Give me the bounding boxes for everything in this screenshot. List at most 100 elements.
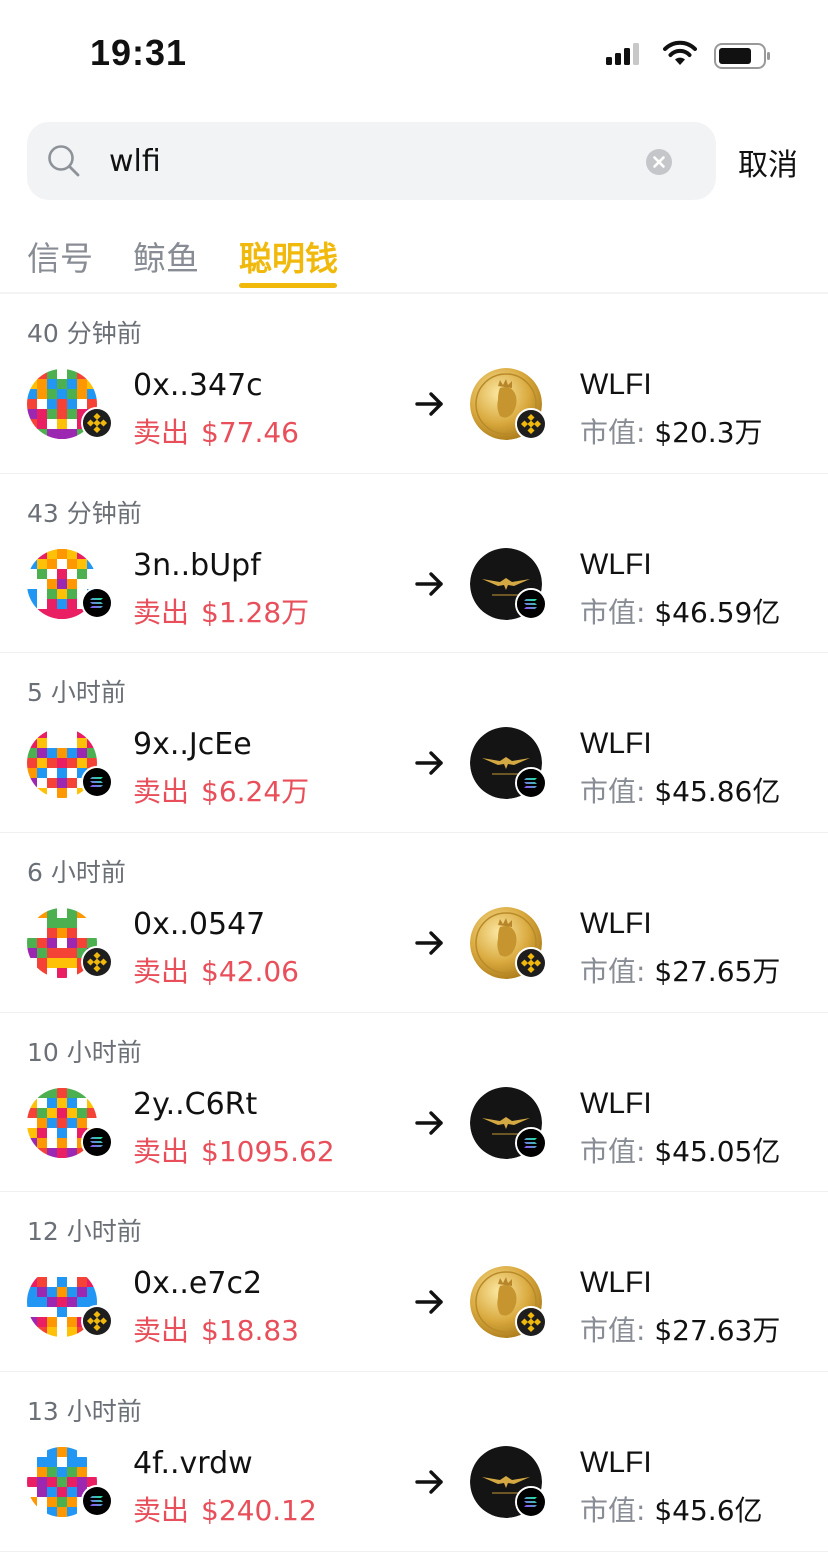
trade-info: 卖出 $6.24万 bbox=[133, 770, 321, 810]
cancel-button[interactable]: 取消 bbox=[738, 140, 798, 184]
trade-amount: $6.24万 bbox=[201, 775, 310, 809]
market-cap-label: 市值: bbox=[580, 955, 646, 989]
market-cap-value: $45.86亿 bbox=[654, 775, 781, 809]
arrow-right-icon bbox=[415, 392, 443, 416]
market-cap: 市值: $20.3万 bbox=[580, 411, 763, 451]
wallet-address[interactable]: 9x..JcEe bbox=[133, 727, 252, 762]
wallet-address[interactable]: 0x..e7c2 bbox=[133, 1266, 262, 1301]
arrow-right-icon bbox=[415, 751, 443, 776]
wallet-chain-badge-icon bbox=[81, 766, 113, 799]
tab-signals[interactable]: 信号 bbox=[27, 232, 93, 280]
transaction-row[interactable]: 5 小时前 9x..JcEe 卖出 $6.24万 WLFI 市值: $45.86亿 bbox=[0, 653, 828, 834]
market-cap-value: $45.6亿 bbox=[654, 1494, 763, 1528]
trade-info: 卖出 $1095.62 bbox=[133, 1130, 347, 1170]
status-time: 19:31 bbox=[90, 32, 188, 73]
tab-whales[interactable]: 鲸鱼 bbox=[133, 232, 199, 280]
trade-amount: $77.46 bbox=[201, 416, 299, 449]
market-cap-value: $20.3万 bbox=[654, 416, 763, 449]
transaction-row[interactable]: 10 小时前 2y..C6Rt 卖出 $1095.62 WLFI 市值: $45.05亿 bbox=[0, 1013, 828, 1193]
arrow-right-icon bbox=[415, 571, 443, 596]
wifi-icon bbox=[663, 40, 697, 65]
transaction-row[interactable]: 6 小时前 0x..0547 卖出 $42.06 WLFI 市值: $27.65万 bbox=[0, 833, 828, 1013]
market-cap: 市值: $27.63万 bbox=[580, 1309, 780, 1349]
token-name[interactable]: WLFI bbox=[580, 907, 652, 941]
trade-amount: $1.28万 bbox=[201, 595, 310, 629]
token-name[interactable]: WLFI bbox=[580, 548, 652, 582]
transaction-row[interactable]: 40 分钟前 0x..347c 卖出 $77.46 WLFI 市值: $20.3万 bbox=[0, 294, 828, 474]
arrow-right-icon bbox=[415, 931, 443, 955]
wallet-chain-badge-icon bbox=[81, 586, 113, 619]
search-input[interactable] bbox=[109, 134, 609, 188]
trade-info: 卖出 $42.06 bbox=[133, 950, 311, 990]
market-cap-value: $46.59亿 bbox=[654, 595, 781, 629]
trade-amount: $42.06 bbox=[201, 955, 299, 989]
tab-smart-money[interactable]: 聪明钱 bbox=[239, 232, 338, 280]
arrow-right-icon bbox=[415, 1470, 443, 1494]
time-ago: 12 小时前 bbox=[27, 1217, 142, 1247]
market-cap: 市值: $27.65万 bbox=[580, 950, 780, 990]
token-name[interactable]: WLFI bbox=[580, 1087, 652, 1121]
status-bar: 19:31 bbox=[0, 0, 828, 110]
market-cap-label: 市值: bbox=[580, 1314, 646, 1348]
trade-action: 卖出 bbox=[133, 1314, 190, 1348]
market-cap-value: $27.65万 bbox=[654, 955, 781, 989]
trade-action: 卖出 bbox=[133, 1134, 190, 1168]
clear-icon[interactable] bbox=[645, 148, 673, 176]
token-name[interactable]: WLFI bbox=[580, 727, 652, 761]
market-cap: 市值: $45.6亿 bbox=[580, 1489, 763, 1529]
market-cap-value: $45.05亿 bbox=[654, 1134, 781, 1168]
wallet-address[interactable]: 4f..vrdw bbox=[133, 1446, 253, 1481]
market-cap-label: 市值: bbox=[580, 595, 646, 629]
wallet-address[interactable]: 0x..0547 bbox=[133, 907, 265, 942]
market-cap: 市值: $46.59亿 bbox=[580, 591, 780, 631]
search-icon bbox=[48, 145, 80, 177]
search-box[interactable] bbox=[27, 122, 716, 200]
tab-bar: 信号 鲸鱼 聪明钱 bbox=[0, 232, 828, 294]
wallet-chain-badge-icon bbox=[81, 946, 113, 979]
tab-active-indicator bbox=[239, 283, 337, 288]
market-cap-label: 市值: bbox=[580, 416, 646, 449]
wallet-chain-badge-icon bbox=[81, 1305, 113, 1338]
time-ago: 13 小时前 bbox=[27, 1397, 142, 1427]
wallet-chain-badge-icon bbox=[81, 407, 113, 439]
trade-action: 卖出 bbox=[133, 955, 190, 989]
trade-amount: $1095.62 bbox=[201, 1134, 335, 1168]
token-chain-badge-icon bbox=[515, 408, 547, 440]
token-chain-badge-icon bbox=[515, 1126, 547, 1159]
token-chain-badge-icon bbox=[515, 1306, 547, 1339]
wallet-address[interactable]: 3n..bUpf bbox=[133, 548, 261, 583]
trade-info: 卖出 $18.83 bbox=[133, 1309, 311, 1349]
token-chain-badge-icon bbox=[515, 587, 547, 620]
token-name[interactable]: WLFI bbox=[580, 368, 652, 402]
trade-info: 卖出 $240.12 bbox=[133, 1489, 329, 1529]
transaction-row[interactable]: 43 分钟前 3n..bUpf 卖出 $1.28万 WLFI 市值: $46.59亿 bbox=[0, 474, 828, 654]
market-cap: 市值: $45.86亿 bbox=[580, 770, 780, 810]
transaction-list: 40 分钟前 0x..347c 卖出 $77.46 WLFI 市值: $20.3万 43 分… bbox=[0, 294, 828, 1552]
trade-amount: $18.83 bbox=[201, 1314, 299, 1348]
time-ago: 10 小时前 bbox=[27, 1037, 142, 1067]
wallet-address[interactable]: 2y..C6Rt bbox=[133, 1087, 257, 1122]
time-ago: 40 分钟前 bbox=[27, 319, 142, 348]
trade-action: 卖出 bbox=[133, 595, 190, 629]
token-name[interactable]: WLFI bbox=[580, 1266, 652, 1300]
token-chain-badge-icon bbox=[515, 1486, 547, 1519]
wallet-address[interactable]: 0x..347c bbox=[133, 368, 263, 403]
trade-amount: $240.12 bbox=[201, 1494, 317, 1528]
trade-action: 卖出 bbox=[133, 1494, 190, 1528]
market-cap-value: $27.63万 bbox=[654, 1314, 781, 1348]
transaction-row[interactable]: 13 小时前 4f..vrdw 卖出 $240.12 WLFI 市值: $45.6亿 bbox=[0, 1372, 828, 1552]
token-chain-badge-icon bbox=[515, 767, 547, 800]
token-name[interactable]: WLFI bbox=[580, 1446, 652, 1480]
time-ago: 43 分钟前 bbox=[27, 498, 142, 528]
arrow-right-icon bbox=[415, 1290, 443, 1315]
wallet-chain-badge-icon bbox=[81, 1125, 113, 1158]
time-ago: 6 小时前 bbox=[27, 858, 126, 888]
signal-icon bbox=[606, 43, 639, 65]
market-cap: 市值: $45.05亿 bbox=[580, 1130, 780, 1170]
market-cap-label: 市值: bbox=[580, 1494, 646, 1528]
time-ago: 5 小时前 bbox=[27, 678, 126, 708]
trade-action: 卖出 bbox=[133, 416, 190, 449]
arrow-right-icon bbox=[415, 1111, 443, 1135]
trade-info: 卖出 $1.28万 bbox=[133, 591, 321, 631]
transaction-row[interactable]: 12 小时前 0x..e7c2 卖出 $18.83 WLFI 市值: $27.63万 bbox=[0, 1192, 828, 1373]
